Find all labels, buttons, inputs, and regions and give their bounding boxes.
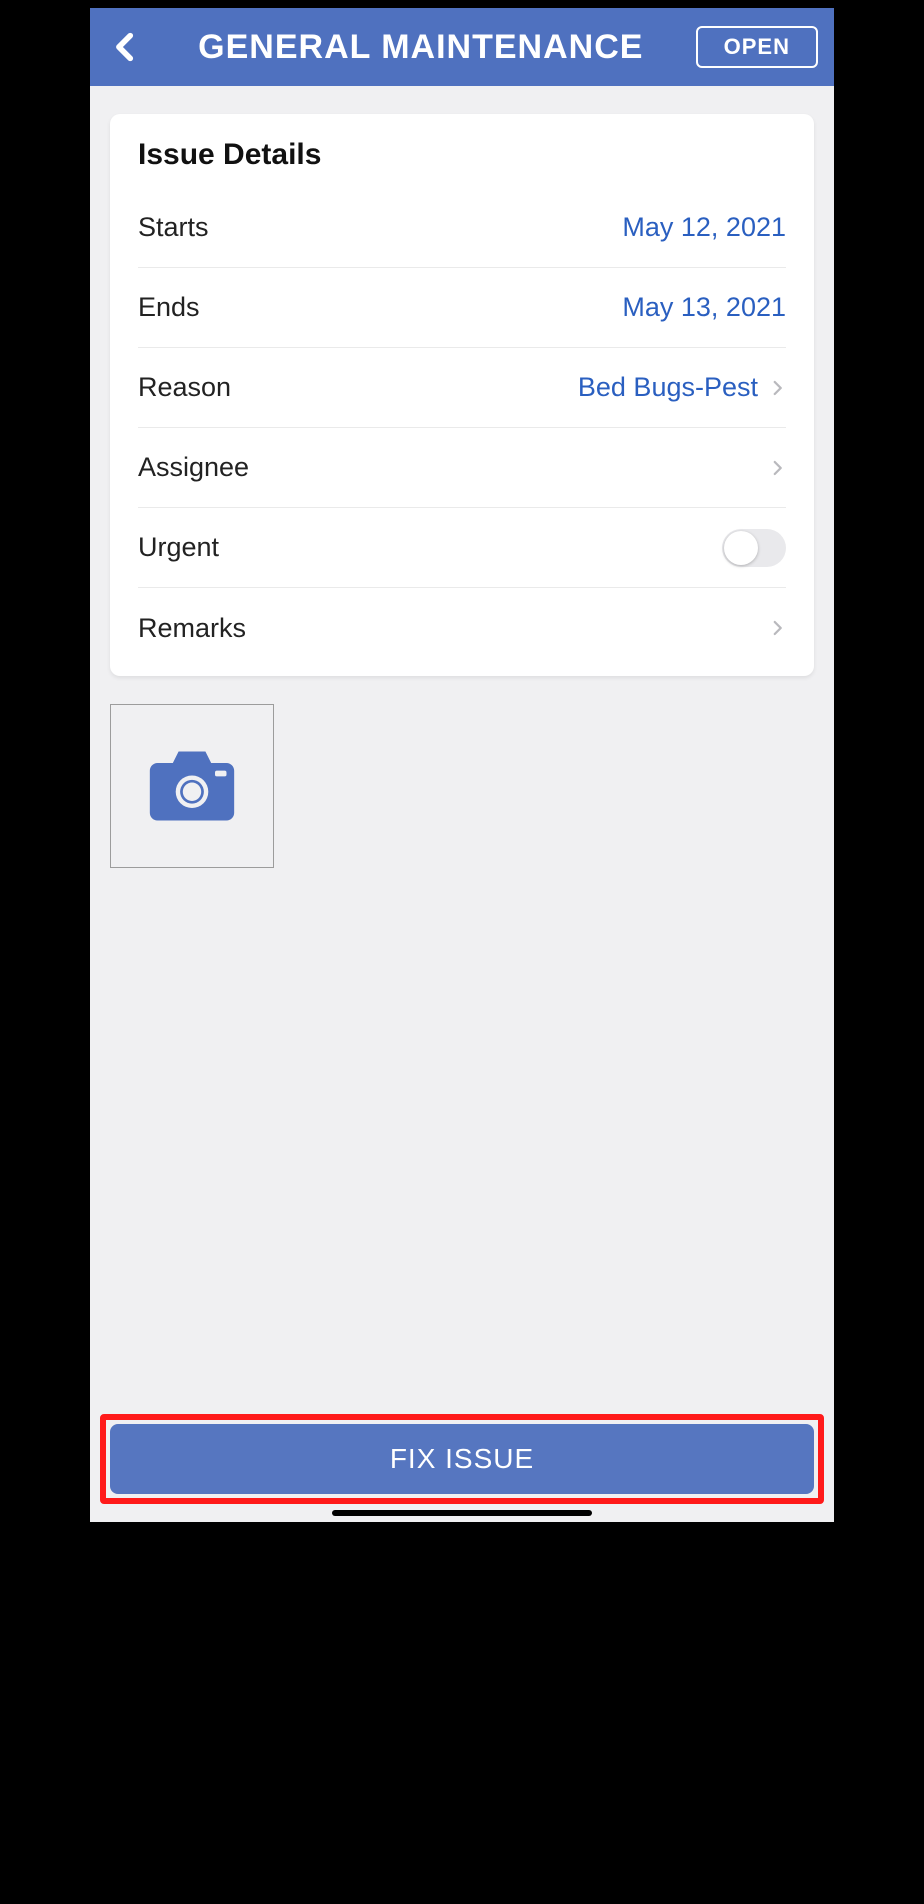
chevron-left-icon [109,30,143,64]
urgent-toggle[interactable] [722,529,786,567]
row-label: Starts [138,212,209,243]
camera-icon [146,746,238,826]
row-label: Urgent [138,532,219,563]
row-ends[interactable]: Ends May 13, 2021 [138,268,786,348]
home-indicator [332,1510,592,1516]
back-button[interactable] [106,27,146,67]
row-reason[interactable]: Reason Bed Bugs-Pest [138,348,786,428]
fix-highlight: FIX ISSUE [100,1414,824,1504]
row-value: Bed Bugs-Pest [578,372,758,403]
row-label: Reason [138,372,231,403]
row-assignee[interactable]: Assignee [138,428,786,508]
chevron-right-icon [768,614,786,642]
footer: FIX ISSUE [90,1400,834,1522]
chevron-right-icon [768,374,786,402]
row-value: May 12, 2021 [622,212,786,243]
row-value: May 13, 2021 [622,292,786,323]
row-label: Assignee [138,452,249,483]
content-area: Issue Details Starts May 12, 2021 Ends M… [90,86,834,1400]
open-button[interactable]: OPEN [696,26,818,68]
toggle-knob [724,531,758,565]
add-photo-button[interactable] [110,704,274,868]
row-label: Ends [138,292,200,323]
app-header: GENERAL MAINTENANCE OPEN [90,8,834,86]
row-starts[interactable]: Starts May 12, 2021 [138,188,786,268]
fix-issue-button[interactable]: FIX ISSUE [110,1424,814,1494]
row-remarks[interactable]: Remarks [138,588,786,668]
card-title: Issue Details [138,138,786,172]
page-title: GENERAL MAINTENANCE [158,28,684,67]
chevron-right-icon [768,454,786,482]
row-urgent: Urgent [138,508,786,588]
row-label: Remarks [138,613,246,644]
issue-details-card: Issue Details Starts May 12, 2021 Ends M… [110,114,814,676]
